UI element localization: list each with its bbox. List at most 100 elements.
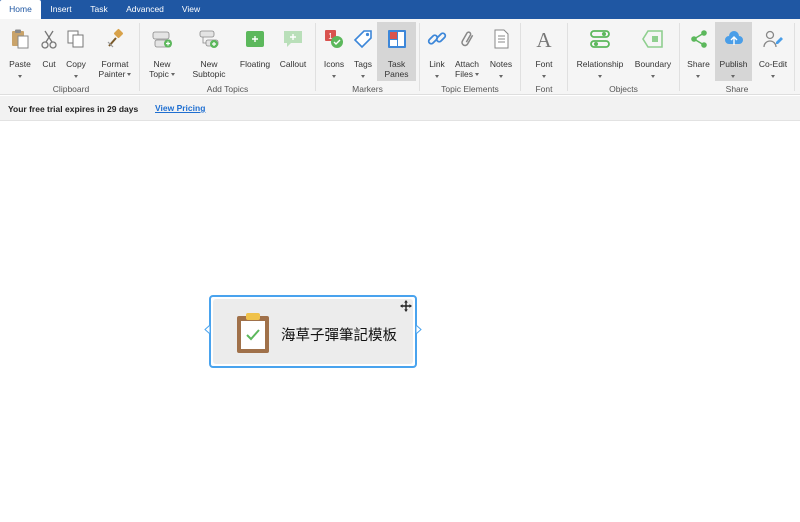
font-label: Font (535, 59, 553, 69)
co-edit-label: Co-Edit (758, 59, 788, 69)
format-painter-label-2: Painter (98, 68, 126, 79)
chevron-down-icon (498, 75, 503, 78)
new-subtopic-button[interactable]: New Subtopic (189, 22, 229, 82)
link-icon (427, 32, 447, 45)
new-subtopic-icon (199, 30, 219, 48)
tags-button[interactable]: Tags (350, 22, 376, 82)
trial-notice-bar: Your free trial expires in 29 days View … (0, 96, 800, 121)
new-topic-label-2: Topic (149, 68, 169, 79)
callout-icon (284, 31, 302, 47)
task-panes-label-2: Panes (384, 68, 409, 79)
publish-button[interactable]: Publish (715, 22, 752, 81)
ribbon: Paste Cut Copy Format Painter Clipboard (0, 19, 800, 95)
markers-icon: 1 (325, 30, 343, 48)
group-label-share: Share (725, 84, 749, 94)
trial-notice-text: Your free trial expires in 29 days (8, 104, 139, 114)
paste-icon (12, 29, 29, 49)
notes-button[interactable]: Notes (486, 22, 516, 82)
group-label-add-topics: Add Topics (206, 84, 249, 94)
icons-label: Icons (323, 59, 345, 69)
tab-task[interactable]: Task (82, 0, 116, 19)
cut-button[interactable]: Cut (36, 22, 62, 82)
tab-view[interactable]: View (174, 0, 208, 19)
chevron-down-icon (650, 75, 655, 78)
paste-button[interactable]: Paste (5, 22, 35, 82)
share-button[interactable]: Share (684, 22, 713, 82)
share-label: Share (687, 59, 710, 69)
clipboard-check-icon (237, 313, 269, 353)
chevron-down-icon (597, 75, 602, 78)
tag-icon (353, 30, 372, 49)
tab-insert[interactable]: Insert (43, 0, 79, 19)
left-connector-handle-icon[interactable] (204, 325, 211, 334)
attach-files-label-2: Files (455, 68, 473, 79)
attach-files-button[interactable]: Attach Files (451, 22, 483, 82)
format-painter-button[interactable]: Format Painter (94, 22, 136, 82)
chevron-down-icon (541, 75, 546, 78)
boundary-button[interactable]: Boundary (631, 22, 675, 82)
group-divider (794, 23, 795, 91)
paste-label: Paste (9, 59, 31, 69)
relationship-label: Relationship (576, 59, 624, 69)
floating-topic-button[interactable]: Floating (236, 22, 274, 82)
new-topic-label: New (153, 59, 171, 69)
boundary-label: Boundary (634, 59, 672, 69)
callout-button[interactable]: Callout (276, 22, 310, 82)
chevron-down-icon (170, 72, 175, 76)
central-topic-body: 海草子彈筆記模板 (213, 299, 413, 364)
right-connector-handle-icon[interactable] (415, 325, 422, 334)
chevron-down-icon (434, 75, 439, 78)
paperclip-icon (461, 31, 474, 47)
relationship-button[interactable]: Relationship (574, 22, 626, 82)
new-subtopic-label-2: Subtopic (192, 68, 226, 79)
notes-label: Notes (489, 59, 513, 69)
view-pricing-link[interactable]: View Pricing (155, 103, 205, 113)
group-label-objects: Objects (609, 84, 638, 94)
group-label-topic-elements: Topic Elements (441, 84, 499, 94)
chevron-down-icon (73, 75, 78, 78)
tab-home[interactable]: Home (0, 0, 41, 19)
group-divider (520, 23, 521, 91)
copy-button[interactable]: Copy (62, 22, 90, 82)
group-divider (679, 23, 680, 91)
group-label-clipboard: Clipboard (52, 84, 90, 94)
new-topic-icon (152, 31, 172, 48)
attach-files-label: Attach (454, 59, 480, 69)
copy-label: Copy (66, 59, 86, 69)
floating-label: Floating (239, 59, 271, 69)
ribbon-tab-bar: Home Insert Task Advanced View (0, 0, 800, 19)
chevron-down-icon (770, 75, 775, 78)
tab-advanced[interactable]: Advanced (119, 0, 171, 19)
chevron-down-icon (331, 75, 336, 78)
cloud-upload-icon (724, 31, 743, 45)
link-label: Link (429, 59, 445, 69)
tags-label: Tags (354, 59, 372, 69)
co-edit-button[interactable]: Co-Edit (755, 22, 791, 82)
group-divider (139, 23, 140, 91)
icons-button[interactable]: 1 Icons (319, 22, 349, 82)
font-icon: A (536, 28, 552, 50)
central-topic[interactable]: 海草子彈筆記模板 (204, 295, 422, 368)
scissors-icon (41, 30, 57, 49)
share-icon (690, 30, 707, 48)
chevron-down-icon (17, 75, 22, 78)
font-button[interactable]: A Font (528, 22, 560, 82)
publish-label: Publish (719, 59, 748, 69)
new-subtopic-label: New (200, 59, 218, 69)
boundary-icon (642, 30, 663, 48)
group-label-markers: Markers (352, 84, 383, 94)
chevron-down-icon (731, 75, 735, 78)
task-panes-button[interactable]: Task Panes (377, 22, 416, 81)
co-edit-icon (763, 30, 783, 48)
floating-topic-icon (246, 31, 264, 47)
group-divider (419, 23, 420, 91)
chevron-down-icon (127, 72, 132, 76)
format-painter-label: Format (101, 59, 129, 69)
chevron-down-icon (360, 75, 365, 78)
task-panes-label: Task (387, 59, 406, 69)
link-button[interactable]: Link (424, 22, 450, 82)
new-topic-button[interactable]: New Topic (146, 22, 178, 82)
callout-label: Callout (279, 59, 307, 69)
task-panes-icon (387, 30, 406, 48)
move-handle-icon[interactable] (400, 300, 412, 312)
